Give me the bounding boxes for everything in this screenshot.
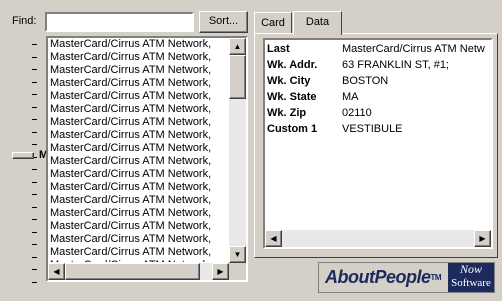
slider-tick <box>32 81 37 83</box>
list-horizontal-scroll-thumb[interactable] <box>65 263 200 280</box>
scroll-up-arrow-icon[interactable]: ▲ <box>229 38 246 55</box>
tab-card[interactable]: Card <box>254 12 292 33</box>
tab-data[interactable]: Data <box>293 11 342 35</box>
aboutpeople-logo: AboutPeopleTM Now Software <box>318 262 495 293</box>
field-value: MA <box>342 91 359 103</box>
slider-tick <box>32 144 37 145</box>
field-name: Wk. Addr. <box>267 59 318 71</box>
slider-tick <box>32 206 37 208</box>
list-item[interactable]: MasterCard/Cirrus ATM Network, <box>48 77 229 90</box>
contact-list-items: MasterCard/Cirrus ATM Network, MasterCard… <box>48 38 229 262</box>
slider-tick <box>32 119 37 120</box>
slider-tick <box>32 269 37 270</box>
list-item[interactable]: MasterCard/Cirrus ATM Network, <box>48 233 229 246</box>
list-item[interactable]: MasterCard/Cirrus ATM Network, <box>48 51 229 64</box>
list-item[interactable]: MasterCard/Cirrus ATM Network, <box>48 38 229 51</box>
field-value: VESTIBULE <box>342 123 403 135</box>
slider-tick <box>32 69 37 70</box>
find-label: Find: <box>12 15 37 27</box>
contact-data-fields: Last MasterCard/Cirrus ATM Netw Wk. Addr. 6… <box>263 38 493 249</box>
list-item[interactable]: MasterCard/Cirrus ATM Network, <box>48 168 229 181</box>
list-item[interactable]: MasterCard/Cirrus ATM Network <box>48 259 229 262</box>
slider-tick <box>32 256 37 258</box>
slider-tick <box>32 94 37 95</box>
slider-tick <box>32 231 37 233</box>
list-item[interactable]: MasterCard/Cirrus ATM Network, <box>48 181 229 194</box>
list-item[interactable]: MasterCard/Cirrus ATM Network, <box>48 64 229 77</box>
slider-tick <box>32 281 37 283</box>
logo-vendor-line2: Software <box>451 277 491 289</box>
data-horizontal-scrollbar[interactable]: ◀ ▶ <box>265 230 491 247</box>
list-item[interactable]: MasterCard/Cirrus ATM Network, <box>48 220 229 233</box>
slider-tick <box>32 56 37 58</box>
list-item[interactable]: MasterCard/Cirrus ATM Network, <box>48 116 229 129</box>
list-item[interactable]: MasterCard/Cirrus ATM Network, <box>48 246 229 259</box>
scroll-left-arrow-icon[interactable]: ◀ <box>48 263 65 280</box>
list-item[interactable]: MasterCard/Cirrus ATM Network, <box>48 194 229 207</box>
now-software-logo: Now Software <box>448 263 494 292</box>
slider-tick <box>32 169 37 170</box>
field-name: Wk. State <box>267 91 317 103</box>
scroll-down-arrow-icon[interactable]: ▼ <box>229 246 246 263</box>
list-vertical-scrollbar[interactable]: ▲ ▼ <box>229 38 246 263</box>
field-name: Last <box>267 43 290 55</box>
contact-list[interactable]: MasterCard/Cirrus ATM Network, MasterCard… <box>46 36 248 282</box>
slider-tick <box>32 44 37 45</box>
scroll-right-arrow-icon[interactable]: ▶ <box>212 263 229 280</box>
list-item[interactable]: MasterCard/Cirrus ATM Network, <box>48 129 229 142</box>
data-scroll-right-arrow-icon[interactable]: ▶ <box>474 230 491 247</box>
scroll-corner <box>229 263 246 280</box>
slider-tick <box>32 131 37 133</box>
list-item[interactable]: MasterCard/Cirrus ATM Network, <box>48 207 229 220</box>
list-vertical-scroll-thumb[interactable] <box>229 55 246 99</box>
field-name: Wk. Zip <box>267 107 307 119</box>
field-value: 63 FRANKLIN ST, #1; <box>342 59 449 71</box>
field-value: 02110 <box>342 107 372 119</box>
logo-product-name: AboutPeopleTM <box>324 267 442 287</box>
list-item[interactable]: MasterCard/Cirrus ATM Network, <box>48 90 229 103</box>
list-item[interactable]: MasterCard/Cirrus ATM Network, <box>48 103 229 116</box>
sort-button[interactable]: Sort... <box>199 11 248 33</box>
field-name: Wk. City <box>267 75 311 87</box>
field-value: MasterCard/Cirrus ATM Netw <box>342 43 485 55</box>
slider-thumb[interactable] <box>12 152 34 159</box>
field-name: Custom 1 <box>267 123 318 135</box>
find-input[interactable] <box>45 12 194 32</box>
alphabet-slider[interactable]: M <box>6 36 48 283</box>
trademark-mark: TM <box>430 273 442 282</box>
slider-tick <box>32 219 37 220</box>
field-value: BOSTON <box>342 75 389 87</box>
list-horizontal-scrollbar[interactable]: ◀ ▶ <box>48 263 229 280</box>
slider-tick <box>32 194 37 195</box>
slider-tick <box>32 106 37 108</box>
slider-tick <box>32 181 37 183</box>
slider-tick <box>32 244 37 245</box>
logo-vendor-line1: Now <box>459 262 482 276</box>
data-scroll-left-arrow-icon[interactable]: ◀ <box>265 230 282 247</box>
list-item[interactable]: MasterCard/Cirrus ATM Network, <box>48 155 229 168</box>
list-item[interactable]: MasterCard/Cirrus ATM Network, <box>48 142 229 155</box>
